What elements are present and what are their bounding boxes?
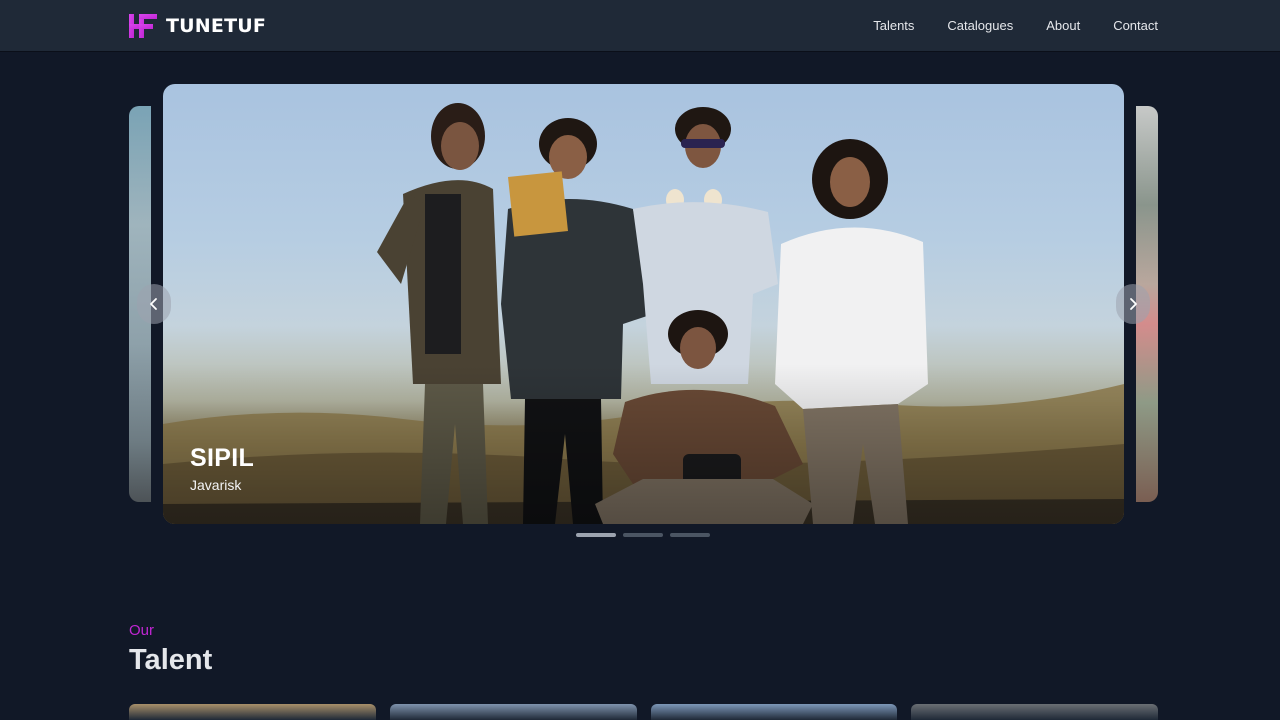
nav-contact[interactable]: Contact [1113, 18, 1158, 33]
hero-carousel: SIPIL Javarisk [129, 84, 1158, 540]
talent-section-eyebrow: Our [129, 622, 155, 639]
nav-talents[interactable]: Talents [873, 18, 914, 33]
carousel-next-button[interactable] [1116, 284, 1150, 324]
brand-name: TUNETUF [166, 15, 267, 37]
top-navbar: TUNETUF Talents Catalogues About Contact [0, 0, 1280, 51]
talent-section-title: Talent [129, 644, 213, 676]
carousel-prev-button[interactable] [137, 284, 171, 324]
tunetuf-logo-icon [129, 14, 157, 38]
chevron-left-icon [150, 298, 157, 310]
slide-title: SIPIL [190, 444, 255, 472]
slide-subtitle: Javarisk [190, 477, 242, 493]
carousel-indicators [576, 533, 710, 537]
carousel-indicator-2[interactable] [623, 533, 663, 537]
nav-catalogues[interactable]: Catalogues [947, 18, 1013, 33]
chevron-right-icon [1130, 298, 1137, 310]
talent-card-1[interactable] [129, 704, 376, 720]
talent-card-row [129, 704, 1158, 720]
slide-caption-shade [163, 364, 1124, 524]
carousel-indicator-1[interactable] [576, 533, 616, 537]
talent-card-2[interactable] [389, 704, 637, 720]
talent-card-3[interactable] [650, 704, 898, 720]
nav-about[interactable]: About [1046, 18, 1080, 33]
brand-logo-link[interactable]: TUNETUF [129, 12, 266, 40]
talent-card-4[interactable] [911, 704, 1158, 720]
main-nav: Talents Catalogues About Contact [873, 0, 1158, 51]
carousel-indicator-3[interactable] [670, 533, 710, 537]
carousel-slide[interactable]: SIPIL Javarisk [163, 84, 1124, 524]
